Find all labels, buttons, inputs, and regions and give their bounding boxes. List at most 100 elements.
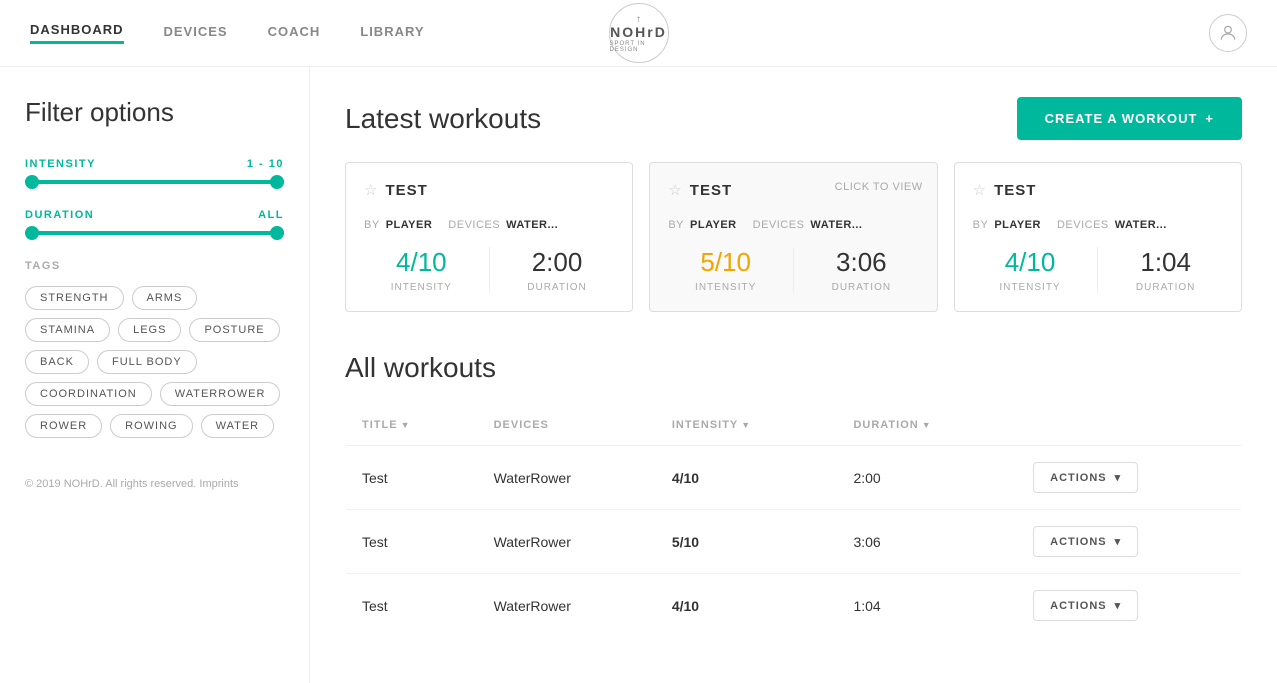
intensity-slider-thumb-left[interactable] (25, 175, 39, 189)
tag-water[interactable]: WATER (201, 414, 275, 438)
tag-back[interactable]: BACK (25, 350, 89, 374)
col-duration[interactable]: DURATION▼ (837, 405, 1017, 446)
devices-value: WATER... (810, 219, 862, 231)
stat-divider (793, 247, 794, 293)
tag-rower[interactable]: ROWER (25, 414, 102, 438)
duration-stat: 3:06 DURATION (804, 247, 919, 293)
devices-label: DEVICES (448, 219, 500, 231)
sidebar-title: Filter options (25, 97, 284, 128)
workout-card-card1[interactable]: ☆ TEST BY PLAYER DEVICES WATER... 4/10 I… (345, 162, 633, 312)
intensity-stat-label: INTENSITY (973, 282, 1088, 293)
stat-divider (489, 247, 490, 293)
by-value: PLAYER (690, 219, 737, 231)
star-icon[interactable]: ☆ (973, 181, 986, 199)
duration-slider[interactable] (25, 231, 284, 235)
card-title: TEST (994, 182, 1036, 199)
workouts-table: TITLE▼DEVICESINTENSITY▼DURATION▼ Test Wa… (345, 404, 1242, 638)
cell-devices: WaterRower (478, 510, 656, 574)
col-title[interactable]: TITLE▼ (346, 405, 478, 446)
tag-full-body[interactable]: FULL BODY (97, 350, 197, 374)
create-workout-button[interactable]: CREATE A WORKOUT + (1017, 97, 1242, 140)
nav-link-coach[interactable]: COACH (268, 24, 321, 43)
intensity-stat-label: INTENSITY (668, 282, 783, 293)
chevron-down-icon: ▾ (1115, 535, 1122, 548)
nav-links: DASHBOARD DEVICES COACH LIBRARY (30, 22, 425, 44)
devices-value: WATER... (1115, 219, 1167, 231)
intensity-slider-thumb-right[interactable] (270, 175, 284, 189)
intensity-stat-label: INTENSITY (364, 282, 479, 293)
actions-label: ACTIONS (1050, 600, 1107, 612)
cell-title: Test (346, 574, 478, 638)
table-row: Test WaterRower 5/10 3:06 ACTIONS ▾ (346, 510, 1242, 574)
logo-name: NOHrD (610, 25, 667, 39)
card-stats: 4/10 INTENSITY 1:04 DURATION (973, 247, 1223, 293)
workouts-table-header: TITLE▼DEVICESINTENSITY▼DURATION▼ (346, 405, 1242, 446)
actions-button[interactable]: ACTIONS ▾ (1033, 590, 1138, 621)
intensity-stat: 4/10 INTENSITY (364, 247, 479, 293)
duration-slider-fill (25, 231, 284, 235)
intensity-label: INTENSITY 1 - 10 (25, 158, 284, 170)
table-row: Test WaterRower 4/10 1:04 ACTIONS ▾ (346, 574, 1242, 638)
star-icon[interactable]: ☆ (364, 181, 377, 199)
nav-link-library[interactable]: LIBRARY (360, 24, 424, 43)
tag-strength[interactable]: STRENGTH (25, 286, 124, 310)
star-icon[interactable]: ☆ (668, 181, 681, 199)
duration-stat: 2:00 DURATION (500, 247, 615, 293)
cell-title: Test (346, 510, 478, 574)
by-label: BY (973, 219, 989, 231)
tag-stamina[interactable]: STAMINA (25, 318, 110, 342)
devices-value: WATER... (506, 219, 558, 231)
cell-actions: ACTIONS ▾ (1017, 510, 1241, 574)
table-row: Test WaterRower 4/10 2:00 ACTIONS ▾ (346, 446, 1242, 510)
user-avatar[interactable] (1209, 14, 1247, 52)
cell-intensity: 5/10 (656, 510, 838, 574)
tag-rowing[interactable]: ROWING (110, 414, 192, 438)
footer-text: © 2019 NOHrD. All rights reserved. Impri… (25, 478, 284, 490)
logo-arrow-icon: ↑ (636, 14, 641, 25)
actions-button[interactable]: ACTIONS ▾ (1033, 526, 1138, 557)
logo: ↑ NOHrD SPORT IN DESIGN (609, 3, 669, 63)
card-meta: BY PLAYER DEVICES WATER... (973, 219, 1223, 231)
cell-actions: ACTIONS ▾ (1017, 446, 1241, 510)
sort-icon: ▼ (401, 420, 411, 430)
devices-label: DEVICES (753, 219, 805, 231)
tag-legs[interactable]: LEGS (118, 318, 181, 342)
card-meta: BY PLAYER DEVICES WATER... (364, 219, 614, 231)
card-meta: BY PLAYER DEVICES WATER... (668, 219, 918, 231)
intensity-value: 4/10 (364, 247, 479, 278)
intensity-slider[interactable] (25, 180, 284, 184)
intensity-slider-fill (25, 180, 284, 184)
tag-arms[interactable]: ARMS (132, 286, 198, 310)
by-label: BY (668, 219, 684, 231)
duration-value: 1:04 (1108, 247, 1223, 278)
main-layout: Filter options INTENSITY 1 - 10 DURATION… (0, 67, 1277, 683)
tag-coordination[interactable]: COORDINATION (25, 382, 152, 406)
latest-workouts-title: Latest workouts (345, 103, 541, 135)
intensity-value: 5/10 (668, 247, 783, 278)
tag-waterrower[interactable]: WATERROWER (160, 382, 281, 406)
cell-duration: 1:04 (837, 574, 1017, 638)
nav-link-dashboard[interactable]: DASHBOARD (30, 22, 124, 44)
duration-slider-thumb-right[interactable] (270, 226, 284, 240)
navbar: DASHBOARD DEVICES COACH LIBRARY ↑ NOHrD … (0, 0, 1277, 67)
duration-stat-label: DURATION (500, 282, 615, 293)
actions-label: ACTIONS (1050, 472, 1107, 484)
by-value: PLAYER (994, 219, 1041, 231)
workout-card-card3[interactable]: ☆ TEST BY PLAYER DEVICES WATER... 4/10 I… (954, 162, 1242, 312)
col-intensity[interactable]: INTENSITY▼ (656, 405, 838, 446)
tags-section: TAGS STRENGTH ARMS STAMINA LEGS POSTURE BACK F… (25, 260, 284, 438)
actions-button[interactable]: ACTIONS ▾ (1033, 462, 1138, 493)
duration-slider-thumb-left[interactable] (25, 226, 39, 240)
by-label: BY (364, 219, 380, 231)
workout-card-card2[interactable]: CLICK TO VIEW ☆ TEST BY PLAYER DEVICES W… (649, 162, 937, 312)
intensity-value: 4/10 (973, 247, 1088, 278)
tags-label: TAGS (25, 260, 284, 272)
by-value: PLAYER (386, 219, 433, 231)
click-to-view-label: CLICK TO VIEW (835, 181, 923, 193)
nav-link-devices[interactable]: DEVICES (164, 24, 228, 43)
cell-devices: WaterRower (478, 574, 656, 638)
logo-circle: ↑ NOHrD SPORT IN DESIGN (609, 3, 669, 63)
tag-posture[interactable]: POSTURE (189, 318, 279, 342)
col-actions (1017, 405, 1241, 446)
card-stats: 4/10 INTENSITY 2:00 DURATION (364, 247, 614, 293)
